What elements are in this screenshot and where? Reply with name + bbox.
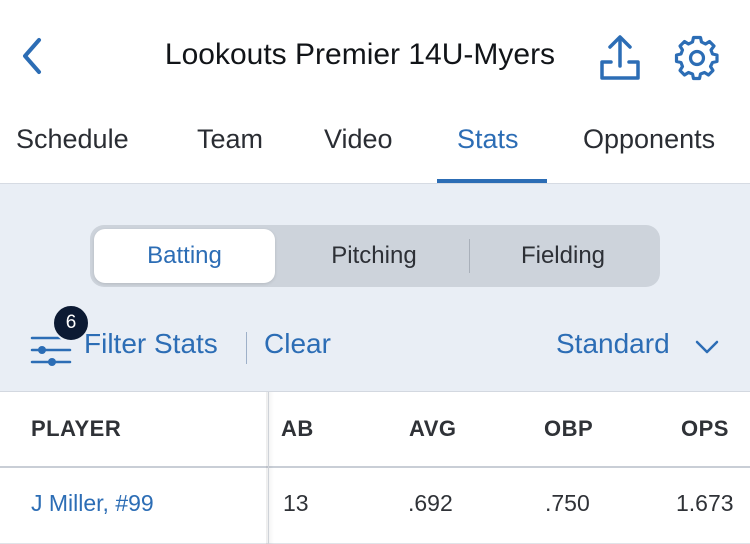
tab-schedule[interactable]: Schedule [16, 124, 129, 155]
active-tab-indicator [437, 179, 547, 183]
settings-button[interactable] [672, 33, 722, 83]
tab-opponents[interactable]: Opponents [583, 124, 715, 155]
stats-controls-panel: Batting Pitching Fielding 6 Filter Stats… [0, 184, 750, 392]
column-header-player[interactable]: PLAYER [31, 416, 121, 442]
filter-row: 6 Filter Stats Clear Standard [0, 304, 750, 384]
page-title: Lookouts Premier 14U-Myers [164, 38, 556, 71]
share-button[interactable] [596, 32, 644, 82]
cell-avg: .692 [408, 490, 453, 516]
tab-video[interactable]: Video [324, 124, 393, 155]
column-header-obp[interactable]: OBP [544, 416, 593, 442]
tab-stats[interactable]: Stats [457, 124, 519, 155]
cell-obp: .750 [545, 490, 590, 516]
segment-batting[interactable]: Batting [94, 229, 275, 283]
column-header-ab[interactable]: AB [281, 416, 314, 442]
cell-ops: 1.673 [676, 490, 734, 516]
player-name-link[interactable]: J Miller, #99 [31, 490, 154, 517]
share-icon [600, 35, 640, 80]
tab-team[interactable]: Team [197, 124, 263, 155]
column-header-ops[interactable]: OPS [681, 416, 729, 442]
chevron-down-icon[interactable] [694, 334, 720, 360]
segment-fielding[interactable]: Fielding [470, 229, 656, 283]
frozen-column-shadow [266, 392, 274, 544]
stats-table: PLAYER AB AVG OBP OPS J Miller, #99 13 .… [0, 392, 750, 544]
top-nav-bar: Lookouts Premier 14U-Myers [0, 0, 750, 112]
clear-filters-button[interactable]: Clear [264, 328, 331, 360]
cell-ab: 13 [283, 490, 309, 516]
chevron-left-icon [23, 38, 41, 74]
segment-pitching[interactable]: Pitching [280, 229, 468, 283]
stat-view-dropdown[interactable]: Standard [556, 328, 670, 360]
column-header-avg[interactable]: AVG [409, 416, 457, 442]
back-button[interactable] [12, 34, 52, 78]
table-header: PLAYER AB AVG OBP OPS [0, 392, 750, 468]
stats-type-segmented-control: Batting Pitching Fielding [90, 225, 660, 287]
table-row: J Miller, #99 13 .692 .750 1.673 [0, 468, 750, 544]
filter-divider [246, 332, 247, 364]
filter-stats-button[interactable]: Filter Stats [84, 328, 218, 360]
gear-icon [674, 35, 719, 81]
main-tabs: Schedule Team Video Stats Opponents [0, 112, 750, 184]
